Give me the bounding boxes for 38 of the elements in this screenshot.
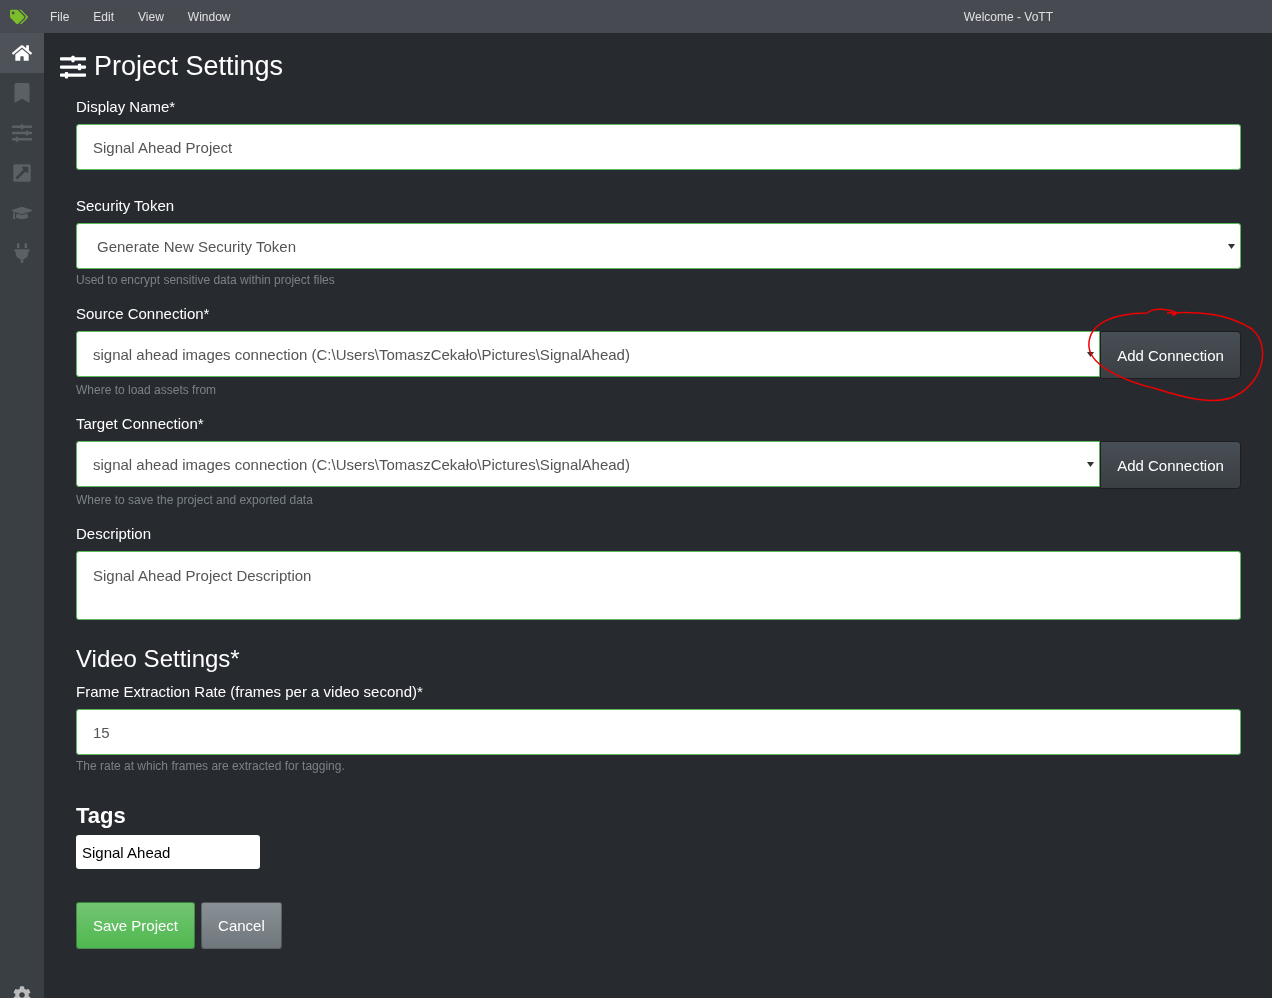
field-label: Security Token — [76, 197, 176, 214]
add-connection-button[interactable]: Add Connection — [1100, 441, 1241, 489]
field-label: Frame Extraction Rate (frames per a video second)* — [76, 683, 424, 700]
window-title: Welcome - VoTT — [963, 9, 1053, 24]
menu-item[interactable]: Window — [187, 9, 231, 24]
cancel-button[interactable]: Cancel — [201, 902, 282, 949]
bookmark-icon — [12, 83, 32, 103]
caret-icon — [1228, 243, 1235, 249]
menu-item[interactable]: Edit — [93, 9, 115, 24]
field-label: Target Connection* — [76, 415, 205, 432]
menu-item[interactable]: File — [50, 9, 70, 24]
help-text: The rate at which frames are extracted for tagging. — [76, 759, 346, 773]
menu-item[interactable]: View — [138, 9, 164, 24]
text-area[interactable]: Signal Ahead Project Description — [76, 551, 1241, 620]
help-text: Used to encrypt sensitive data within project files — [76, 273, 336, 287]
sidebar-item[interactable] — [0, 33, 44, 73]
sliders-icon — [12, 123, 32, 143]
caret-icon — [1087, 461, 1094, 467]
plug-icon — [12, 243, 32, 263]
section-heading: Tags — [76, 803, 127, 829]
logo-icon — [10, 7, 28, 26]
page-title: Project Settings — [94, 51, 284, 82]
field-label: Description — [76, 525, 153, 542]
add-connection-button[interactable]: Add Connection — [1100, 331, 1241, 379]
section-heading: Video Settings* — [76, 645, 241, 673]
input-field[interactable]: 15 — [76, 709, 1241, 755]
help-text: Where to save the project and exported data — [76, 493, 314, 507]
home-icon — [12, 43, 32, 63]
sliders-icon — [60, 53, 86, 80]
field-label: Source Connection* — [76, 305, 211, 322]
help-text: Where to load assets from — [76, 383, 218, 397]
select-field[interactable]: signal ahead images connection (C:\Users\TomaszCekało\Pictures\SignalAhead) — [76, 441, 1100, 487]
field-label: Display Name* — [76, 98, 177, 115]
tag-input-field[interactable]: Signal Ahead — [76, 835, 260, 869]
select-field[interactable]: Generate New Security Token — [76, 223, 1241, 269]
select-field[interactable]: signal ahead images connection (C:\Users\TomaszCekało\Pictures\SignalAhead) — [76, 331, 1100, 377]
caret-icon — [1087, 351, 1094, 357]
input-field[interactable]: Signal Ahead Project — [76, 124, 1241, 170]
